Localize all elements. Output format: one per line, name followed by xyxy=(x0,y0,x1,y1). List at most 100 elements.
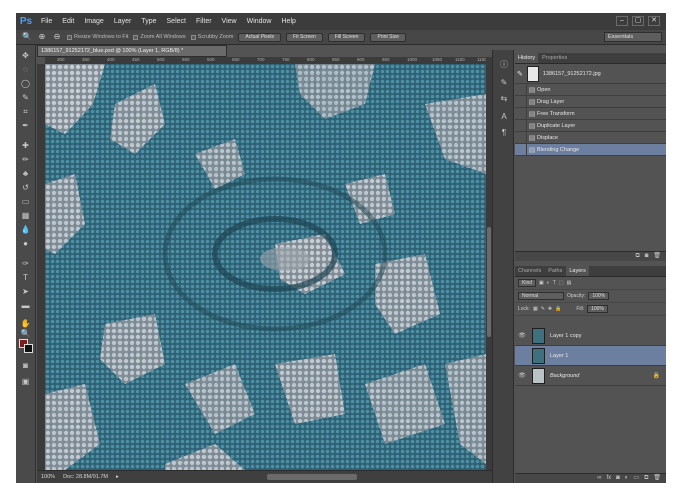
tab-channels[interactable]: Channels xyxy=(515,266,544,276)
print-size-button[interactable]: Print Size xyxy=(370,32,406,42)
tab-paths[interactable]: Paths xyxy=(545,266,565,276)
new-document-from-state-icon[interactable]: ⧉ xyxy=(635,252,639,261)
gradient-tool-icon[interactable]: ▦ xyxy=(20,211,31,220)
screen-mode-icon[interactable]: ▣ xyxy=(20,377,31,386)
history-source-cell[interactable] xyxy=(515,119,527,132)
delete-layer-icon[interactable]: 🗑 xyxy=(653,474,661,483)
document-canvas[interactable] xyxy=(45,64,486,470)
actual-pixels-button[interactable]: Actual Pixels xyxy=(238,32,282,42)
path-select-tool-icon[interactable]: ➤ xyxy=(20,287,31,296)
menu-view[interactable]: View xyxy=(217,18,242,25)
history-source-cell[interactable] xyxy=(515,143,527,156)
close-button[interactable]: ✕ xyxy=(648,16,660,26)
fill-screen-button[interactable]: Fill Screen xyxy=(327,32,366,42)
blur-tool-icon[interactable]: 💧 xyxy=(20,225,31,234)
zoom-tool-side-icon[interactable]: 🔍 xyxy=(20,329,31,338)
healing-brush-tool-icon[interactable]: ✚ xyxy=(20,141,31,150)
history-source-cell[interactable] xyxy=(515,131,527,144)
kind-filter-select[interactable]: Kind xyxy=(518,279,537,287)
tab-history[interactable]: History xyxy=(515,53,539,63)
blend-mode-select[interactable]: Normal xyxy=(518,292,564,300)
fit-screen-button[interactable]: Fit Screen xyxy=(286,32,323,42)
history-item-selected[interactable]: ▤ Blending Change xyxy=(515,143,666,156)
history-item[interactable]: ▤ Duplicate Layer xyxy=(515,119,666,132)
character-icon[interactable]: A xyxy=(498,112,510,122)
checkbox-box[interactable] xyxy=(190,34,196,40)
checkbox-box[interactable] xyxy=(133,34,139,40)
resize-windows-checkbox[interactable]: Resize Windows to Fit xyxy=(67,34,128,40)
minimize-button[interactable]: – xyxy=(616,16,628,26)
new-layer-icon[interactable]: ⧉ xyxy=(644,474,648,483)
history-source-cell[interactable] xyxy=(515,83,527,96)
zoom-tool-icon[interactable]: 🔍 xyxy=(22,32,32,42)
history-item[interactable]: ▤ Drag Layer xyxy=(515,95,666,108)
menu-window[interactable]: Window xyxy=(242,18,277,25)
scroll-thumb[interactable] xyxy=(487,227,491,337)
pixel-filter-icon[interactable]: ▣ xyxy=(539,280,544,286)
add-mask-icon[interactable]: ◙ xyxy=(616,474,620,483)
fill-input[interactable]: 100% xyxy=(587,305,608,313)
zoom-out-icon[interactable]: ⊖ xyxy=(52,32,62,42)
zoom-level[interactable]: 100% xyxy=(41,474,55,480)
new-group-icon[interactable]: ▭ xyxy=(633,474,639,483)
tab-layers[interactable]: Layers xyxy=(566,266,589,276)
workspace-select[interactable]: Essentials xyxy=(604,32,662,42)
menu-type[interactable]: Type xyxy=(136,18,161,25)
restore-button[interactable]: ▢ xyxy=(632,16,644,26)
history-brush-tool-icon[interactable]: ↺ xyxy=(20,183,31,192)
brush-panel-icon[interactable]: ✎ xyxy=(498,78,510,88)
status-arrow-icon[interactable]: ▸ xyxy=(116,474,119,480)
hand-tool-icon[interactable]: ✋ xyxy=(20,319,31,328)
document-tab[interactable]: 1386157_91252172_blue.psd @ 100% (Layer … xyxy=(37,45,227,57)
paragraph-icon[interactable]: ¶ xyxy=(498,128,510,138)
lasso-tool-icon[interactable]: ◯ xyxy=(20,79,31,88)
background-color-swatch[interactable] xyxy=(24,344,33,353)
history-source-cell[interactable] xyxy=(515,107,527,120)
quick-select-tool-icon[interactable]: ✎ xyxy=(20,93,31,102)
horizontal-scroll-thumb[interactable] xyxy=(267,474,357,480)
history-source-cell[interactable] xyxy=(515,95,527,108)
info-icon[interactable]: ⓘ xyxy=(498,60,510,70)
menu-help[interactable]: Help xyxy=(277,18,301,25)
lock-pixels-icon[interactable]: ✎ xyxy=(541,306,545,312)
menu-filter[interactable]: Filter xyxy=(191,18,217,25)
visibility-eye-icon[interactable]: 👁 xyxy=(515,332,529,339)
shape-tool-icon[interactable]: ▬ xyxy=(20,301,31,310)
eyedropper-tool-icon[interactable]: ✒ xyxy=(20,121,31,130)
new-snapshot-icon[interactable]: ◙ xyxy=(645,252,649,261)
menu-select[interactable]: Select xyxy=(162,18,191,25)
scrubby-zoom-checkbox[interactable]: Scrubby Zoom xyxy=(190,34,233,40)
marquee-tool-icon[interactable]: ◌ xyxy=(20,65,31,74)
shape-filter-icon[interactable]: ⬚ xyxy=(559,280,564,286)
clone-source-icon[interactable]: ⇆ xyxy=(498,94,510,104)
zoom-in-icon[interactable]: ⊕ xyxy=(37,32,47,42)
smart-object-filter-icon[interactable]: ▤ xyxy=(567,280,572,286)
lock-position-icon[interactable]: ✥ xyxy=(548,306,552,312)
menu-layer[interactable]: Layer xyxy=(109,18,137,25)
opacity-input[interactable]: 100% xyxy=(588,292,610,300)
zoom-all-checkbox[interactable]: Zoom All Windows xyxy=(133,34,186,40)
eraser-tool-icon[interactable]: ▭ xyxy=(20,197,31,206)
type-filter-icon[interactable]: T xyxy=(553,280,556,286)
crop-tool-icon[interactable]: ⌗ xyxy=(20,107,31,116)
checkbox-box[interactable] xyxy=(67,34,72,40)
layer-row-selected[interactable]: Layer 1 xyxy=(515,346,666,366)
lock-all-icon[interactable]: 🔒 xyxy=(555,306,561,312)
brush-tool-icon[interactable]: ✏ xyxy=(20,155,31,164)
layer-style-icon[interactable]: fx xyxy=(606,474,611,483)
history-item[interactable]: ▤ Open xyxy=(515,83,666,96)
tab-properties[interactable]: Properties xyxy=(539,53,570,63)
visibility-eye-icon[interactable]: 👁 xyxy=(515,372,529,379)
document-info[interactable]: Doc: 28.8M/91.7M xyxy=(63,474,108,480)
clone-stamp-tool-icon[interactable]: ♣ xyxy=(20,169,31,178)
lock-transparent-icon[interactable]: ▦ xyxy=(533,306,538,312)
history-snapshot[interactable]: ✎ 1386157_91252172.jpg xyxy=(515,64,666,84)
history-item[interactable]: ▤ Free Transform xyxy=(515,107,666,120)
menu-image[interactable]: Image xyxy=(79,18,108,25)
menu-edit[interactable]: Edit xyxy=(57,18,79,25)
adjustment-filter-icon[interactable]: ◐ xyxy=(547,280,550,286)
color-swatches[interactable] xyxy=(19,339,33,353)
delete-state-icon[interactable]: 🗑 xyxy=(653,252,661,261)
adjustment-layer-icon[interactable]: ◐ xyxy=(625,474,629,483)
layer-row[interactable]: 👁 Layer 1 copy xyxy=(515,326,666,346)
